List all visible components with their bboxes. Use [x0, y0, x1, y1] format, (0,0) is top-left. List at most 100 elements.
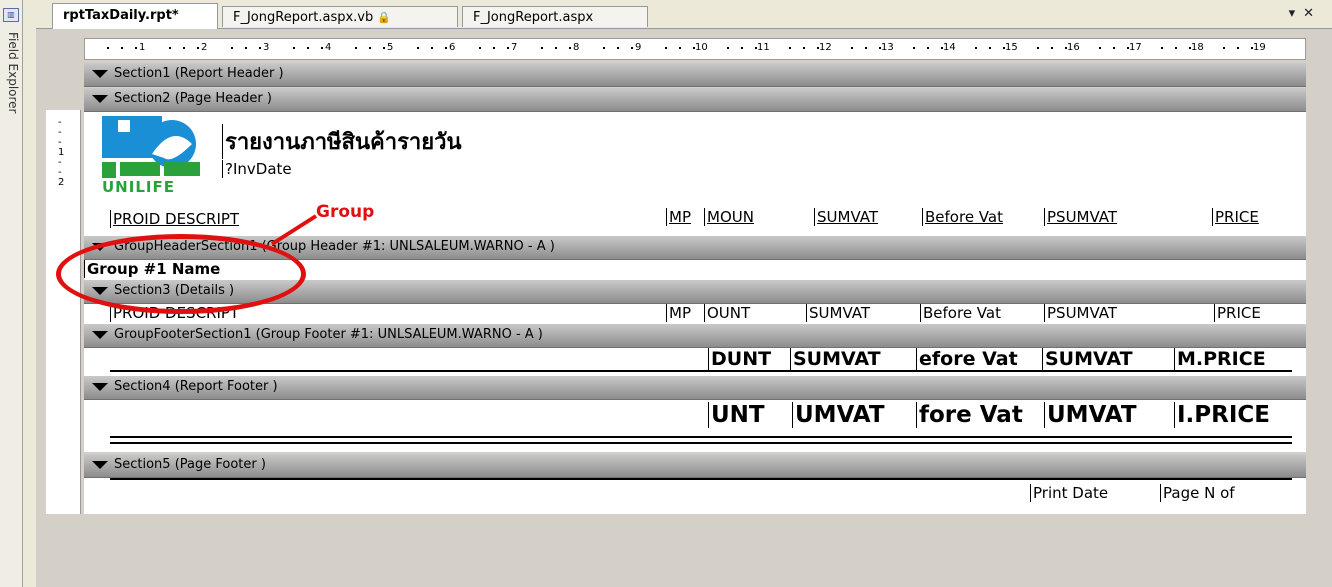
- rfooter-col-psumvat[interactable]: UMVAT: [1044, 402, 1137, 428]
- ruler-tick: [603, 47, 605, 49]
- field-explorer-label[interactable]: Field Explorer: [2, 32, 20, 142]
- ruler-tick: [1003, 47, 1005, 49]
- ruler-tick: [975, 47, 977, 49]
- report-title[interactable]: รายงานภาษีสินค้ารายวัน: [222, 124, 462, 159]
- ruler-tick: [741, 47, 743, 49]
- detail-col-ount[interactable]: OUNT: [704, 304, 750, 322]
- ruler-tick: [383, 47, 385, 49]
- collapse-triangle-icon[interactable]: [92, 330, 108, 339]
- rfooter-col-unt[interactable]: UNT: [708, 402, 765, 428]
- ruler-number: 16: [1067, 42, 1080, 53]
- detail-col-price[interactable]: PRICE: [1214, 304, 1261, 322]
- ruler-tick: [369, 47, 371, 49]
- collapse-triangle-icon[interactable]: [92, 382, 108, 391]
- field-explorer-icon[interactable]: ▥: [3, 8, 19, 22]
- ruler-number: 14: [943, 42, 956, 53]
- ruler-tick: [183, 47, 185, 49]
- header-col-sumvat[interactable]: SUMVAT: [814, 208, 878, 226]
- header-col-proid[interactable]: PROID DESCRIPT: [110, 210, 239, 228]
- header-col-price[interactable]: PRICE: [1212, 208, 1259, 226]
- ruler-tick: [989, 47, 991, 49]
- tab-jongreport-vb[interactable]: F_JongReport.aspx.vb 🔒: [222, 6, 458, 27]
- ruler-tick: [197, 47, 199, 49]
- ruler-tick: [445, 47, 447, 49]
- ruler-tick: [1065, 47, 1067, 49]
- detail-col-sumvat[interactable]: SUMVAT: [806, 304, 870, 322]
- field-explorer-panel[interactable]: ▥ Field Explorer: [0, 0, 23, 587]
- inv-date-field[interactable]: ?InvDate: [222, 160, 292, 178]
- collapse-triangle-icon[interactable]: [92, 460, 108, 469]
- detail-col-before-vat[interactable]: Before Vat: [920, 304, 1001, 322]
- rfooter-col-umvat[interactable]: UMVAT: [792, 402, 885, 428]
- ruler-tick: [245, 47, 247, 49]
- ruler-tick: [259, 47, 261, 49]
- rfooter-col-before-vat[interactable]: fore Vat: [916, 402, 1023, 428]
- ruler-tick: [1113, 47, 1115, 49]
- ruler-tick: [789, 47, 791, 49]
- ruler-tick: [169, 47, 171, 49]
- collapse-triangle-icon[interactable]: [92, 94, 108, 103]
- section-title: Section1 (Report Header ): [114, 66, 284, 81]
- rfooter-col-price[interactable]: I.PRICE: [1174, 402, 1270, 428]
- ruler-tick: [355, 47, 357, 49]
- header-col-before-vat[interactable]: Before Vat: [922, 208, 1003, 226]
- ruler-tick: [879, 47, 881, 49]
- ruler-tick: [507, 47, 509, 49]
- horizontal-ruler[interactable]: 1 2 3 4 5 6 7 8 9 10 11 12 13 14 15 16 1…: [84, 38, 1306, 60]
- ruler-tick: [493, 47, 495, 49]
- tab-rpttaxdaily[interactable]: rptTaxDaily.rpt*: [52, 3, 218, 29]
- section-bar-group-footer[interactable]: GroupFooterSection1 (Group Footer #1: UN…: [84, 324, 1306, 348]
- collapse-triangle-icon[interactable]: [92, 69, 108, 78]
- ruler-number: 4: [325, 42, 332, 53]
- ruler-tick: [679, 47, 681, 49]
- chevron-down-icon[interactable]: ▾: [1289, 6, 1304, 21]
- ruler-tick: [851, 47, 853, 49]
- gfooter-col-ount[interactable]: DUNT: [708, 348, 771, 370]
- ruler-tick: [569, 47, 571, 49]
- ruler-tick: [417, 47, 419, 49]
- ruler-number: 5: [387, 42, 394, 53]
- ruler-number: 8: [573, 42, 580, 53]
- ruler-number: 11: [757, 42, 770, 53]
- ruler-number: 2: [201, 42, 208, 53]
- details-body[interactable]: PROID DESCRIPT MP OUNT SUMVAT Before Vat…: [84, 304, 1306, 324]
- header-col-psumvat[interactable]: PSUMVAT: [1044, 208, 1117, 226]
- detail-col-mp[interactable]: MP: [666, 304, 691, 322]
- ruler-tick: [135, 47, 137, 49]
- header-col-moun[interactable]: MOUN: [704, 208, 754, 226]
- close-icon[interactable]: ✕: [1303, 6, 1322, 21]
- section-title: Section5 (Page Footer ): [114, 457, 266, 472]
- gfooter-col-sumvat[interactable]: SUMVAT: [790, 348, 881, 370]
- page-n-field[interactable]: Page N of: [1160, 484, 1235, 502]
- tab-controls: ▾✕: [1289, 6, 1322, 21]
- ruler-tick: [727, 47, 729, 49]
- ruler-tick: [1037, 47, 1039, 49]
- ruler-tick: [1161, 47, 1163, 49]
- tab-label: rptTaxDaily.rpt*: [63, 8, 179, 23]
- ruler-tick: [927, 47, 929, 49]
- section-bar-page-footer[interactable]: Section5 (Page Footer ): [84, 454, 1306, 478]
- ruler-number: 1: [139, 42, 146, 53]
- vertical-ruler: ---1--2: [46, 110, 81, 514]
- detail-col-psumvat[interactable]: PSUMVAT: [1044, 304, 1117, 322]
- double-underline-top: [110, 436, 1292, 438]
- underline: [110, 370, 1292, 372]
- tab-jongreport-aspx[interactable]: F_JongReport.aspx: [462, 6, 648, 27]
- print-date-field[interactable]: Print Date: [1030, 484, 1108, 502]
- section-bar-report-header[interactable]: Section1 (Report Header ): [84, 63, 1306, 87]
- report-footer-body[interactable]: UNT UMVAT fore Vat UMVAT I.PRICE: [84, 400, 1306, 452]
- gfooter-col-psumvat[interactable]: SUMVAT: [1042, 348, 1133, 370]
- header-col-mp[interactable]: MP: [666, 208, 691, 226]
- section-title: GroupFooterSection1 (Group Footer #1: UN…: [114, 327, 543, 342]
- ruler-tick: [617, 47, 619, 49]
- ruler-tick: [307, 47, 309, 49]
- ruler-tick: [631, 47, 633, 49]
- ruler-tick: [803, 47, 805, 49]
- gfooter-col-price[interactable]: M.PRICE: [1174, 348, 1266, 370]
- section-bar-report-footer[interactable]: Section4 (Report Footer ): [84, 376, 1306, 400]
- ruler-tick: [1237, 47, 1239, 49]
- group-footer-body[interactable]: DUNT SUMVAT efore Vat SUMVAT M.PRICE: [84, 348, 1306, 376]
- page-footer-body[interactable]: Print Date Page N of: [84, 478, 1306, 514]
- gfooter-col-before-vat[interactable]: efore Vat: [916, 348, 1018, 370]
- section-bar-page-header[interactable]: Section2 (Page Header ): [84, 88, 1306, 112]
